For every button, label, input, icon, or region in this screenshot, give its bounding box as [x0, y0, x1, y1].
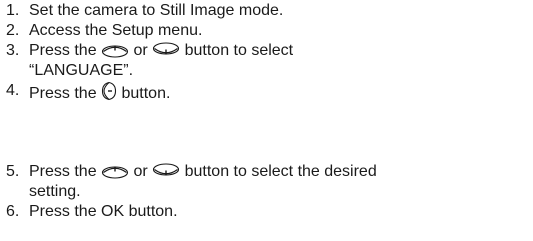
step-text-post: button. [117, 85, 171, 102]
step-number: 5. [6, 163, 20, 180]
step-text: Set the camera to Still Image mode. [29, 2, 284, 19]
step-number: 3. [6, 42, 20, 59]
step-text-pre: Press the [29, 85, 102, 102]
right-button-icon [101, 81, 117, 101]
step-text-post: button to select [180, 42, 294, 59]
step-text: Press the button. [29, 81, 170, 104]
step-text-mid: or [129, 163, 153, 180]
instruction-list: 1. Set the camera to Still Image mode. 2… [0, 0, 533, 241]
step-text: Press the or button to select [29, 41, 293, 61]
step-text-post: button to select the desired [180, 163, 377, 180]
step-text: Access the Setup menu. [29, 22, 203, 39]
step-text-mid: or [129, 42, 153, 59]
step-number: 4. [6, 82, 20, 99]
up-button-icon [101, 163, 129, 179]
step-5-continuation: setting. [29, 183, 81, 200]
step-text-pre: Press the [29, 163, 102, 180]
step-text-pre: Press the [29, 42, 102, 59]
step-text: Press the OK button. [29, 203, 178, 220]
step-number: 6. [6, 203, 20, 220]
step-3-continuation: “LANGUAGE”. [29, 62, 134, 79]
step-number: 1. [6, 2, 20, 19]
step-number: 2. [6, 22, 20, 39]
down-button-icon [152, 42, 180, 58]
up-button-icon [101, 42, 129, 58]
down-button-icon [152, 163, 180, 179]
step-text: Press the or button to select the desire… [29, 162, 377, 182]
